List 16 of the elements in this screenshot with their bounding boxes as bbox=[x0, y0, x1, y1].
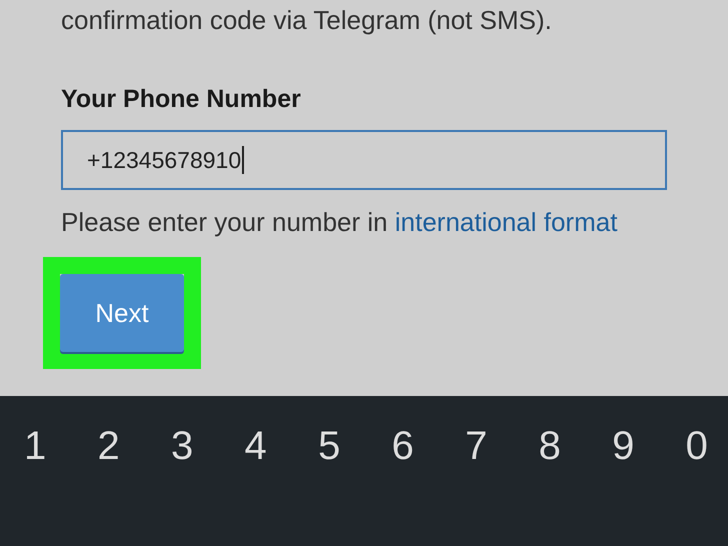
keyboard-key[interactable]: 5 bbox=[318, 424, 340, 469]
keyboard-key[interactable]: 4 bbox=[244, 424, 267, 469]
keyboard-key[interactable]: 7 bbox=[465, 424, 488, 469]
keyboard-key[interactable]: 0 bbox=[686, 424, 708, 469]
format-link[interactable]: international format bbox=[394, 207, 618, 237]
field-label: Your Phone Number bbox=[61, 85, 301, 114]
keyboard-key[interactable]: 6 bbox=[392, 424, 414, 469]
phone-input-field[interactable]: +12345678910 bbox=[61, 130, 667, 190]
keyboard-key[interactable]: 1 bbox=[24, 424, 46, 469]
keyboard-key[interactable]: 8 bbox=[538, 424, 561, 469]
keyboard-key[interactable]: 3 bbox=[171, 424, 194, 469]
keyboard-key[interactable]: 9 bbox=[612, 424, 634, 469]
keyboard-key[interactable]: 2 bbox=[98, 424, 120, 469]
hint-text: Please enter your number in international format bbox=[61, 206, 618, 239]
next-button[interactable]: Next bbox=[60, 274, 184, 352]
instruction-text: confirmation code via Telegram (not SMS). bbox=[61, 4, 552, 37]
